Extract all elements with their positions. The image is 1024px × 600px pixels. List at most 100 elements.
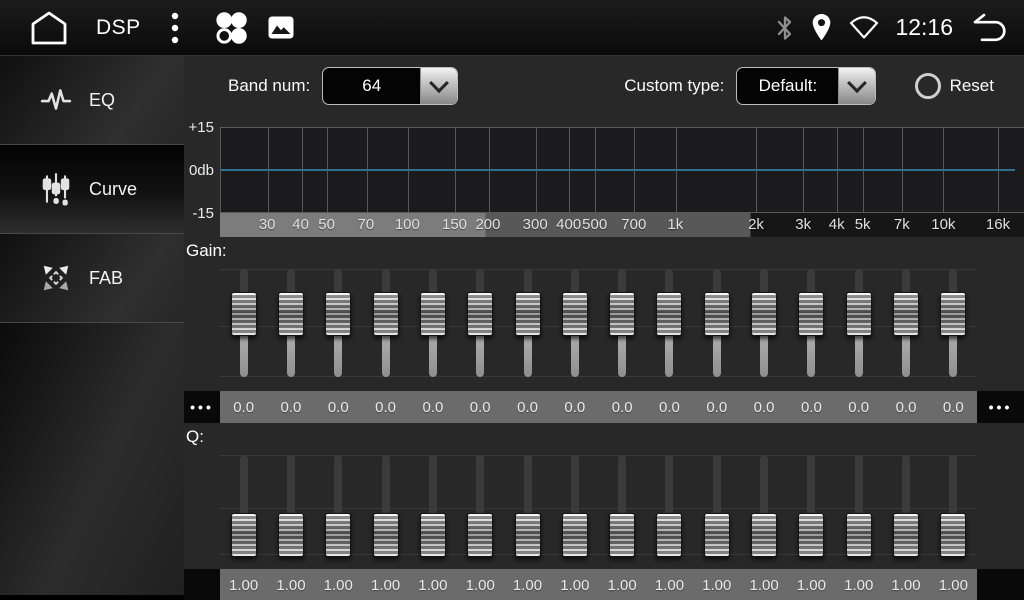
- slider-thumb[interactable]: [798, 513, 824, 557]
- slider-thumb[interactable]: [562, 513, 588, 557]
- gain-more-right-button[interactable]: •••: [977, 391, 1024, 423]
- wifi-icon[interactable]: [848, 15, 880, 40]
- slider-thumb[interactable]: [893, 292, 919, 336]
- gain-value: 0.0: [646, 391, 693, 423]
- gain-value: 0.0: [882, 391, 929, 423]
- q-value: 1.00: [693, 569, 740, 600]
- slider-thumb[interactable]: [940, 292, 966, 336]
- q-band-slider[interactable]: [267, 449, 314, 569]
- q-band-slider[interactable]: [835, 449, 882, 569]
- gain-band-slider[interactable]: [220, 263, 267, 391]
- slider-thumb[interactable]: [609, 513, 635, 557]
- slider-thumb[interactable]: [609, 292, 635, 336]
- reset-button[interactable]: Reset: [915, 73, 994, 99]
- slider-thumb[interactable]: [467, 513, 493, 557]
- gain-band-slider[interactable]: [930, 263, 977, 391]
- q-band-slider[interactable]: [930, 449, 977, 569]
- q-band-slider[interactable]: [646, 449, 693, 569]
- gain-band-slider[interactable]: [409, 263, 456, 391]
- gain-value: 0.0: [930, 391, 977, 423]
- q-band-slider[interactable]: [457, 449, 504, 569]
- sidebar-item-curve[interactable]: Curve: [0, 145, 184, 234]
- slider-thumb[interactable]: [846, 292, 872, 336]
- gain-band-slider[interactable]: [315, 263, 362, 391]
- q-band-slider[interactable]: [504, 449, 551, 569]
- y-axis-label: +15: [184, 119, 214, 136]
- grid-vline: [998, 128, 999, 212]
- slider-thumb[interactable]: [515, 513, 541, 557]
- q-band-slider[interactable]: [409, 449, 456, 569]
- q-band-slider[interactable]: [693, 449, 740, 569]
- home-icon[interactable]: [28, 10, 70, 46]
- gain-band-slider[interactable]: [599, 263, 646, 391]
- slider-thumb[interactable]: [704, 292, 730, 336]
- slider-thumb[interactable]: [798, 292, 824, 336]
- reset-radio-icon[interactable]: [915, 73, 941, 99]
- slider-thumb[interactable]: [467, 292, 493, 336]
- q-band-slider[interactable]: [788, 449, 835, 569]
- slider-thumb[interactable]: [562, 292, 588, 336]
- apps-clover-icon[interactable]: [213, 10, 249, 46]
- location-icon[interactable]: [810, 13, 833, 42]
- q-band-slider[interactable]: [551, 449, 598, 569]
- q-band-slider[interactable]: [315, 449, 362, 569]
- grid-vline: [367, 128, 368, 212]
- sidebar-item-fab[interactable]: FAB: [0, 234, 184, 323]
- q-band-slider[interactable]: [599, 449, 646, 569]
- slider-thumb[interactable]: [231, 292, 257, 336]
- slider-thumb[interactable]: [846, 513, 872, 557]
- slider-thumb[interactable]: [656, 292, 682, 336]
- slider-thumb[interactable]: [704, 513, 730, 557]
- q-more-left-button[interactable]: [184, 569, 220, 600]
- gain-more-left-button[interactable]: •••: [184, 391, 220, 423]
- gain-band-slider[interactable]: [788, 263, 835, 391]
- freq-tick-label: 100: [395, 213, 420, 237]
- sidebar-item-label: EQ: [89, 90, 115, 111]
- slider-thumb[interactable]: [751, 513, 777, 557]
- slider-thumb[interactable]: [515, 292, 541, 336]
- sidebar-item-label: FAB: [89, 268, 123, 289]
- slider-thumb[interactable]: [420, 513, 446, 557]
- slider-thumb[interactable]: [751, 292, 777, 336]
- q-band-slider[interactable]: [362, 449, 409, 569]
- slider-thumb[interactable]: [940, 513, 966, 557]
- slider-thumb[interactable]: [420, 292, 446, 336]
- overflow-menu-icon[interactable]: [171, 11, 179, 45]
- sidebar-item-eq[interactable]: EQ: [0, 56, 184, 145]
- band-num-value: 64: [323, 68, 420, 104]
- grid-vline: [595, 128, 596, 212]
- slider-thumb[interactable]: [656, 513, 682, 557]
- slider-thumb[interactable]: [373, 292, 399, 336]
- freq-tick-label: 2k: [748, 213, 764, 237]
- slider-thumb[interactable]: [893, 513, 919, 557]
- eq-plot[interactable]: [220, 127, 1024, 213]
- chevron-down-icon[interactable]: [420, 68, 457, 104]
- gain-band-slider[interactable]: [646, 263, 693, 391]
- slider-thumb[interactable]: [325, 513, 351, 557]
- q-band-slider[interactable]: [740, 449, 787, 569]
- chevron-down-icon[interactable]: [838, 68, 875, 104]
- gain-band-slider[interactable]: [267, 263, 314, 391]
- slider-thumb[interactable]: [373, 513, 399, 557]
- gain-band-slider[interactable]: [693, 263, 740, 391]
- gain-band-slider[interactable]: [362, 263, 409, 391]
- custom-type-dropdown[interactable]: Default:: [736, 67, 876, 105]
- q-more-right-button[interactable]: [977, 569, 1024, 600]
- slider-thumb[interactable]: [325, 292, 351, 336]
- band-num-dropdown[interactable]: 64: [322, 67, 458, 105]
- gain-band-slider[interactable]: [504, 263, 551, 391]
- gallery-icon[interactable]: [267, 15, 295, 40]
- q-band-slider[interactable]: [882, 449, 929, 569]
- gain-band-slider[interactable]: [740, 263, 787, 391]
- slider-thumb[interactable]: [278, 292, 304, 336]
- freq-tick-label: 16k: [986, 213, 1010, 237]
- bluetooth-icon[interactable]: [775, 13, 795, 43]
- gain-band-slider[interactable]: [835, 263, 882, 391]
- q-band-slider[interactable]: [220, 449, 267, 569]
- gain-band-slider[interactable]: [882, 263, 929, 391]
- back-icon[interactable]: [968, 12, 1010, 43]
- slider-thumb[interactable]: [231, 513, 257, 557]
- gain-band-slider[interactable]: [457, 263, 504, 391]
- gain-band-slider[interactable]: [551, 263, 598, 391]
- slider-thumb[interactable]: [278, 513, 304, 557]
